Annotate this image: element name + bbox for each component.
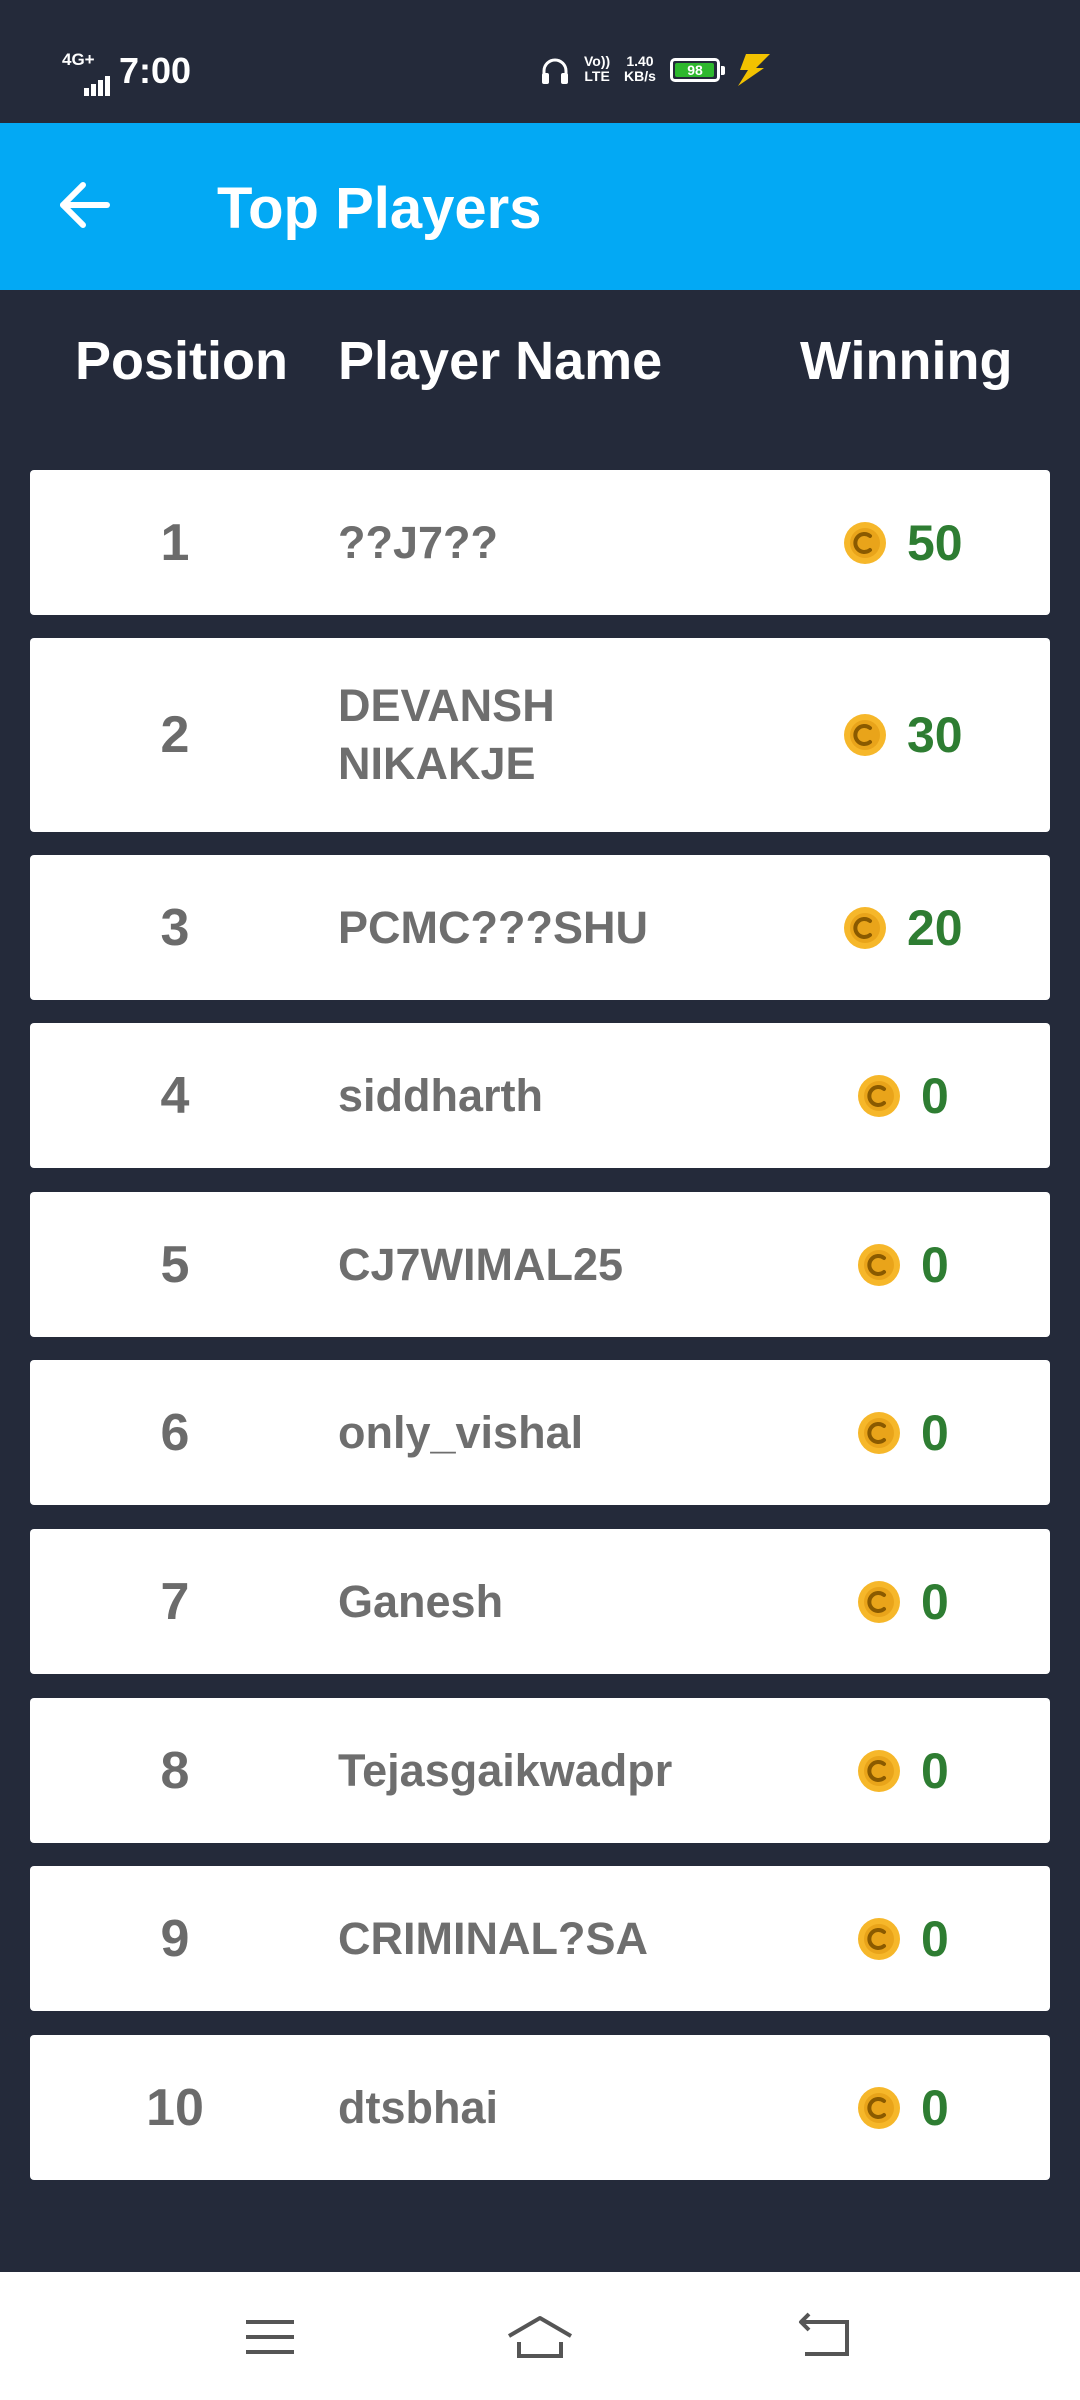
coin-icon (857, 1074, 901, 1118)
position-value: 8 (160, 1741, 190, 1800)
system-nav-bar (0, 2272, 1080, 2400)
battery-percent: 98 (687, 62, 703, 78)
status-bar: 4G+ 7:00 Vo)) LTE 1.40 KB/s 98 (0, 0, 1080, 123)
back-arrow-icon[interactable] (55, 175, 115, 235)
position-value: 1 (160, 513, 190, 572)
player-name: Tejasgaikwadpr (338, 1744, 673, 1796)
network-speed: 1.40 KB/s (624, 53, 656, 84)
coin-icon (843, 906, 887, 950)
position-value: 5 (160, 1235, 190, 1294)
table-row: 4 siddharth 0 (30, 1023, 1050, 1168)
player-name: Ganesh (338, 1575, 504, 1627)
player-name: ??J7?? (338, 516, 499, 568)
winning-amount: 0 (921, 1404, 949, 1461)
player-name: dtsbhai (338, 2081, 499, 2133)
table-row: 1 ??J7?? 50 (30, 470, 1050, 615)
coin-icon (857, 1749, 901, 1793)
winning-amount: 50 (907, 514, 963, 571)
winning-amount: 30 (907, 707, 963, 763)
table-row: 5 CJ7WIMAL25 0 (30, 1192, 1050, 1337)
table-row: 10 dtsbhai 0 (30, 2035, 1050, 2180)
player-name: PCMC???SHU (338, 901, 648, 953)
coin-icon (857, 1243, 901, 1287)
table-row: 9 CRIMINAL?SA 0 (30, 1866, 1050, 2011)
table-row: 3 PCMC???SHU 20 (30, 855, 1050, 1000)
winning-amount: 0 (921, 2079, 949, 2136)
winning-amount: 0 (921, 1910, 949, 1967)
winning-amount: 20 (907, 899, 963, 956)
player-name: DEVANSH NIKAKJE (338, 680, 555, 789)
back-nav-icon[interactable] (795, 2312, 855, 2362)
player-name: CRIMINAL?SA (338, 1912, 648, 1964)
coin-icon (857, 1917, 901, 1961)
position-value: 7 (160, 1572, 190, 1631)
position-value: 6 (160, 1403, 190, 1462)
coin-icon (857, 1411, 901, 1455)
header-winning: Winning (800, 331, 1013, 391)
header-position: Position (75, 331, 288, 391)
winning-amount: 0 (921, 1573, 949, 1630)
home-icon[interactable] (505, 2312, 575, 2362)
position-value: 3 (160, 898, 190, 957)
winning-amount: 0 (921, 1742, 949, 1799)
network-type: 4G+ (62, 50, 95, 69)
position-value: 2 (160, 706, 190, 764)
header-player-name: Player Name (338, 331, 663, 391)
headphone-icon (542, 58, 568, 84)
coin-icon (843, 521, 887, 565)
player-name: CJ7WIMAL25 (338, 1238, 624, 1290)
menu-icon[interactable] (240, 2312, 300, 2362)
winning-amount: 0 (921, 1236, 949, 1293)
charging-bolt-icon (738, 54, 770, 86)
table-row: 6 only_vishal 0 (30, 1360, 1050, 1505)
table-header: Position Player Name Winning (0, 330, 1080, 410)
coin-icon (857, 1580, 901, 1624)
network-signal-icon: 4G+ (62, 50, 114, 96)
table-row: 2 DEVANSH NIKAKJE 30 (30, 638, 1050, 832)
page-title: Top Players (217, 176, 542, 241)
position-value: 9 (160, 1909, 190, 1968)
coin-icon (843, 713, 887, 757)
position-value: 10 (146, 2078, 204, 2137)
position-value: 4 (160, 1066, 190, 1125)
player-name: only_vishal (338, 1406, 584, 1458)
coin-icon (857, 2086, 901, 2130)
player-name: siddharth (338, 1069, 544, 1121)
status-time: 7:00 (119, 50, 192, 91)
app-bar: Top Players (0, 123, 1080, 290)
volte-indicator: Vo)) LTE (584, 53, 611, 84)
battery-icon: 98 (670, 58, 725, 82)
table-row: 8 Tejasgaikwadpr 0 (30, 1698, 1050, 1843)
table-row: 7 Ganesh 0 (30, 1529, 1050, 1674)
winning-amount: 0 (921, 1067, 949, 1124)
